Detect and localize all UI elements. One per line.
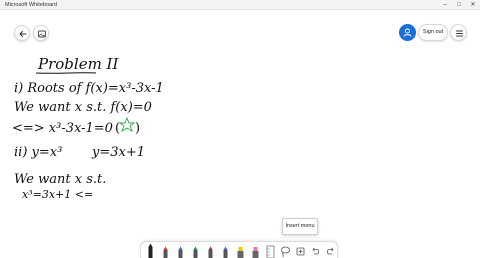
redo-tool[interactable]	[324, 243, 337, 258]
pen-red-tool[interactable]	[159, 243, 172, 258]
ruler-icon	[266, 245, 275, 258]
whiteboard-app: Microsoft Whiteboard – □ ✕ Sign out Prob…	[0, 0, 480, 258]
star-mark: ( )	[115, 116, 140, 136]
pen-blue-2-icon	[223, 246, 228, 258]
insert-tool[interactable]	[294, 243, 307, 258]
app-title: Microsoft Whiteboard	[5, 2, 57, 8]
ink-line-y-cubic: ii) y=x³	[14, 145, 62, 160]
insert-plus-icon	[296, 247, 305, 256]
lasso-tool[interactable]	[279, 243, 292, 258]
ink-problem-title: Problem II	[37, 55, 119, 73]
ink-line-want-x: We want x s.t. f(x)=0	[14, 100, 152, 115]
highlighter-pink-tool[interactable]	[249, 243, 262, 258]
close-button[interactable]: ✕	[465, 0, 480, 10]
undo-tool[interactable]	[309, 243, 322, 258]
pen-dark-red-icon	[208, 246, 213, 258]
pen-black-tool[interactable]	[144, 243, 157, 258]
pen-green-icon	[193, 246, 198, 258]
ink-line-y-linear: y=3x+1	[91, 145, 145, 160]
ink-line-want-x-2: We want x s.t.	[14, 172, 106, 187]
undo-icon	[312, 247, 319, 255]
redo-icon	[327, 247, 334, 255]
ruler-tool[interactable]	[264, 243, 277, 258]
pen-blue-icon	[178, 246, 183, 258]
ink-line-cubic-equals: x³=3x+1 <=	[22, 188, 93, 201]
ink-line-equivalent: <=> x³-3x-1=0	[12, 121, 113, 136]
highlighter-yellow-icon	[237, 247, 244, 258]
insert-menu-tooltip: Insert menu	[282, 218, 318, 235]
highlighter-yellow-tool[interactable]	[234, 243, 247, 258]
lasso-icon	[281, 246, 290, 258]
title-underline	[35, 72, 97, 74]
highlighter-pink-icon	[252, 247, 259, 258]
pen-blue-tool[interactable]	[174, 243, 187, 258]
inking-toolbar	[140, 241, 338, 258]
whiteboard-canvas[interactable]: Problem II i) Roots of f(x)=x³-3x-1 We w…	[0, 10, 480, 240]
pen-blue-2-tool[interactable]	[219, 243, 232, 258]
ink-line-roots: i) Roots of f(x)=x³-3x-1	[14, 81, 164, 96]
title-bar: Microsoft Whiteboard – □ ✕	[0, 0, 480, 10]
pen-black-icon	[148, 243, 153, 258]
svg-text:(: (	[115, 121, 120, 136]
pen-red-icon	[163, 246, 168, 258]
pen-dark-red-tool[interactable]	[204, 243, 217, 258]
svg-text:): )	[135, 121, 140, 136]
pen-green-tool[interactable]	[189, 243, 202, 258]
